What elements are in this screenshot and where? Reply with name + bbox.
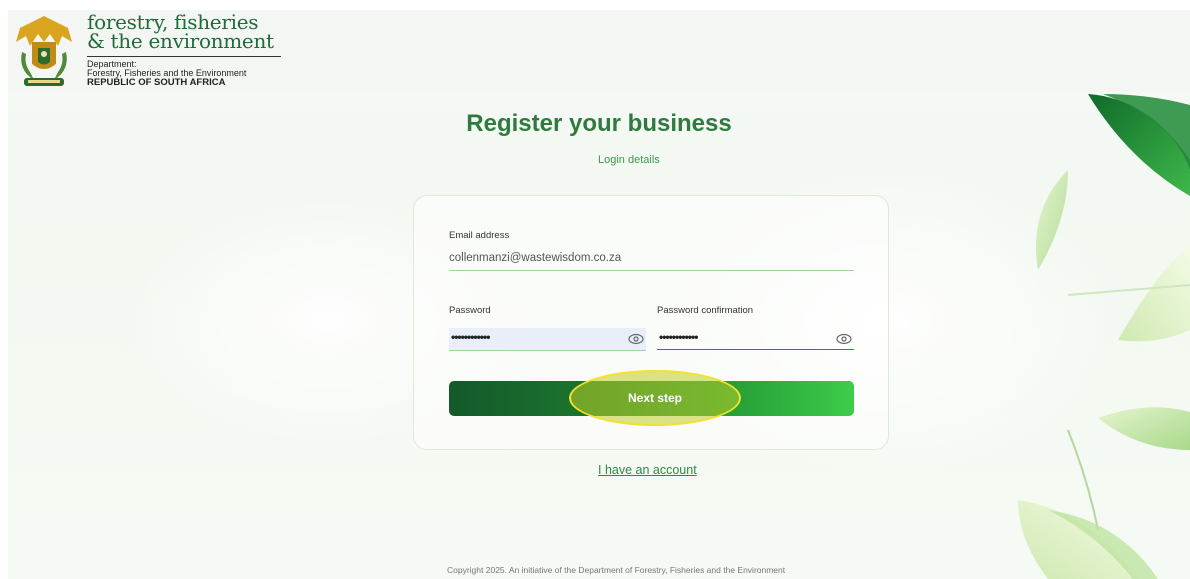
eye-icon[interactable] [836,331,852,347]
email-field[interactable]: collenmanzi@wastewisdom.co.za [449,252,854,270]
page-background: forestry, fisheries & the environment De… [8,10,1190,579]
coat-of-arms-icon [16,16,72,86]
brand-divider [87,56,281,57]
password-underline [449,350,646,351]
copyright-footer: Copyright 2025. An initiative of the Dep… [447,565,786,575]
leaf-shape [1048,510,1158,579]
password-confirm-value: •••••••••••• [659,330,698,344]
email-underline [449,270,854,271]
leaf-shape [1118,245,1190,342]
eye-icon[interactable] [628,331,644,347]
password-label: Password [449,305,491,316]
country-name: REPUBLIC OF SOUTH AFRICA [87,77,226,88]
next-step-button[interactable] [449,381,854,416]
password-confirm-label: Password confirmation [657,305,754,316]
leaf-shape [1018,500,1138,579]
step-subtitle: Login details [598,154,660,166]
leaf-shape [1098,407,1190,450]
email-label: Email address [449,230,510,241]
page-title: Register your business [466,110,732,137]
site-header: forestry, fisheries & the environment De… [8,10,1190,92]
have-account-link[interactable]: I have an account [598,463,697,477]
brand-name-line2: & the environment [87,29,274,53]
leaf-stem [1067,429,1099,531]
password-confirm-underline [657,349,854,350]
password-value: •••••••••••• [451,330,490,344]
